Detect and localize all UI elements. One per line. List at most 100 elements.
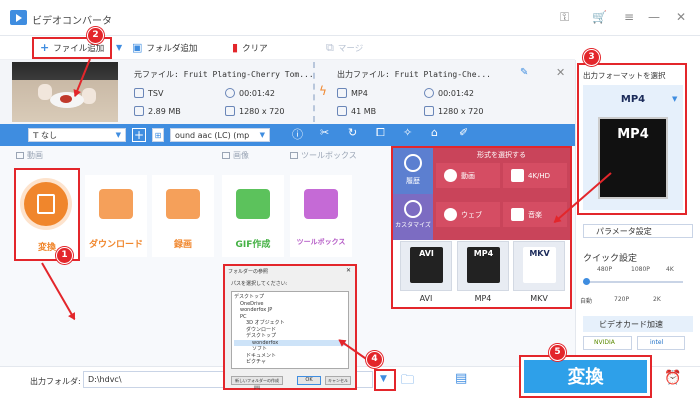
merge-icon: ⧉ <box>326 41 334 54</box>
parameter-settings-button[interactable]: パラメータ設定 <box>583 224 693 238</box>
alarm-clock-icon[interactable]: ⏰ <box>664 370 681 386</box>
dialog-cancel-button[interactable]: キャンセル <box>325 376 351 385</box>
output-folder-label: 出力フォルダ: <box>30 377 81 386</box>
output-duration: 00:01:42 <box>424 88 474 98</box>
category-video[interactable]: 動画 <box>436 163 500 188</box>
new-folder-button[interactable]: 新しいフォルダーの作成(M) <box>231 376 283 390</box>
crop-icon[interactable]: ⧠ <box>376 126 385 140</box>
cart-icon[interactable]: 🛒 <box>592 10 607 24</box>
open-folder-icon[interactable]: 🗀 <box>401 371 414 393</box>
select-format-label: 出力フォーマットを選択 <box>583 71 666 80</box>
quality-slider-track[interactable] <box>583 281 683 283</box>
format-art: MP4 <box>598 117 668 199</box>
cut-icon[interactable]: ✂ <box>320 126 329 139</box>
quality-720p: 720P <box>614 296 630 303</box>
monitor-icon <box>166 189 200 219</box>
source-duration: 00:01:42 <box>225 88 275 98</box>
music-icon <box>511 208 524 221</box>
audio-cycle-button[interactable]: ⊞ <box>152 128 164 142</box>
subtitle-select[interactable]: T なし ▼ <box>28 128 126 142</box>
minimize-button[interactable]: — <box>648 10 660 24</box>
format-card-mp4[interactable]: MP4 <box>457 241 509 291</box>
quality-slider-handle[interactable] <box>583 278 590 285</box>
merge-button[interactable]: ⧉ マージ <box>326 42 363 54</box>
video-thumbnail[interactable] <box>12 62 118 122</box>
selected-format: MP4 <box>620 94 646 105</box>
clear-button[interactable]: ▮ クリア <box>232 42 268 54</box>
tree-item[interactable]: ピクチャ <box>234 359 346 366</box>
tool-record-label: 録画 <box>173 240 192 250</box>
source-file-label: 元ファイル: Fruit Plating-Cherry Tom... <box>134 70 314 79</box>
audio-track-select[interactable]: ound aac (LC) (mp ▼ <box>170 128 270 142</box>
folder-icon: ▣ <box>132 41 143 54</box>
gpu-acceleration-toggle[interactable]: ビデオカード加速 <box>583 316 693 332</box>
tool-download-label: ダウンロード <box>88 240 143 250</box>
edit-name-icon[interactable]: ✎ <box>520 67 528 78</box>
play-icon <box>444 169 457 182</box>
intel-badge: intel <box>637 336 685 350</box>
tool-download[interactable]: ダウンロード <box>85 175 147 257</box>
output-resolution: 1280 x 720 <box>424 106 483 116</box>
quick-settings-label: クイック設定 <box>583 254 638 264</box>
menu-icon[interactable]: ≡ <box>624 10 634 24</box>
format-dropdown-icon: ▼ <box>672 95 678 103</box>
category-web[interactable]: ウェブ <box>436 202 500 227</box>
source-size: 2.89 MB <box>134 106 181 116</box>
tool-record[interactable]: 録画 <box>152 175 214 257</box>
rotate-icon[interactable]: ↻ <box>348 126 357 139</box>
section-video: 動画 <box>16 150 43 161</box>
edit-subtitle-icon[interactable]: ✐ <box>459 126 468 139</box>
add-file-dropdown-icon[interactable]: ▼ <box>116 43 122 52</box>
remove-file-icon[interactable]: ✕ <box>556 66 565 79</box>
step-badge-2: 2 <box>87 27 104 44</box>
quality-480p: 480P <box>597 266 613 273</box>
quality-auto: 自動 <box>580 298 593 305</box>
tool-gif[interactable]: GIF作成 <box>222 175 284 257</box>
info-icon[interactable]: ⓘ <box>292 126 303 142</box>
step-badge-4: 4 <box>366 351 383 368</box>
web-icon <box>444 208 457 221</box>
key-icon[interactable]: ⚿ <box>560 10 569 24</box>
dialog-ok-button[interactable]: OK <box>297 376 321 385</box>
dialog-title: フォルダーの参照 <box>228 269 269 275</box>
dialog-close-button[interactable]: ✕ <box>346 267 351 274</box>
browse-folder-dialog: フォルダーの参照 ✕ パスを選択してください: デスクトップ OneDrive … <box>223 264 357 390</box>
source-format: TSV <box>134 88 163 98</box>
step-badge-5: 5 <box>549 344 566 361</box>
output-file-label: 出力ファイル: Fruit Plating-Che... <box>337 70 491 79</box>
section-image: 画像 <box>222 150 249 161</box>
step-badge-1: 1 <box>56 247 73 264</box>
tool-gif-label: GIF作成 <box>235 240 271 250</box>
format-label-avi: AVI <box>419 294 433 303</box>
source-resolution: 1280 x 720 <box>225 106 284 116</box>
convert-button[interactable]: 変換 <box>519 355 652 398</box>
folder-dropdown-icon[interactable]: ▼ <box>380 374 387 384</box>
history-icon <box>404 154 422 172</box>
watermark-icon[interactable]: ⌂ <box>431 126 438 139</box>
effects-icon[interactable]: ✧ <box>403 126 412 139</box>
lightning-icon: ϟ <box>319 84 327 98</box>
settings-icon <box>404 200 422 218</box>
folder-tree[interactable]: デスクトップ OneDrive wonderfox JP PC 3D オブジェク… <box>231 291 349 369</box>
step-badge-3: 3 <box>583 49 600 66</box>
close-button[interactable]: ✕ <box>676 10 686 24</box>
format-label-mp4: MP4 <box>474 294 492 303</box>
format-card-mkv[interactable]: MKV <box>513 241 565 291</box>
download-icon <box>99 189 133 219</box>
toolbox-icon <box>304 189 338 219</box>
category-4k[interactable]: 4K/HD <box>503 163 567 188</box>
quality-2k: 2K <box>653 296 661 303</box>
format-card-avi[interactable]: AVI <box>400 241 452 291</box>
clear-label: クリア <box>242 44 268 54</box>
quality-4k: 4K <box>666 266 674 273</box>
add-subtitle-button[interactable]: + <box>132 128 146 142</box>
plus-icon: + <box>40 41 50 54</box>
tool-toolbox-label: ツールボックス <box>296 238 346 246</box>
customize-tab[interactable]: カスタマイズ <box>393 220 433 229</box>
dialog-prompt: パスを選択してください: <box>231 281 288 287</box>
output-format: MP4 <box>337 88 368 98</box>
tool-toolbox[interactable]: ツールボックス <box>290 175 352 257</box>
output-folder-icon[interactable]: ▤ <box>455 371 467 386</box>
add-folder-button[interactable]: ▣ フォルダ追加 <box>132 42 197 54</box>
format-popup-header: 形式を選択する <box>477 151 526 159</box>
